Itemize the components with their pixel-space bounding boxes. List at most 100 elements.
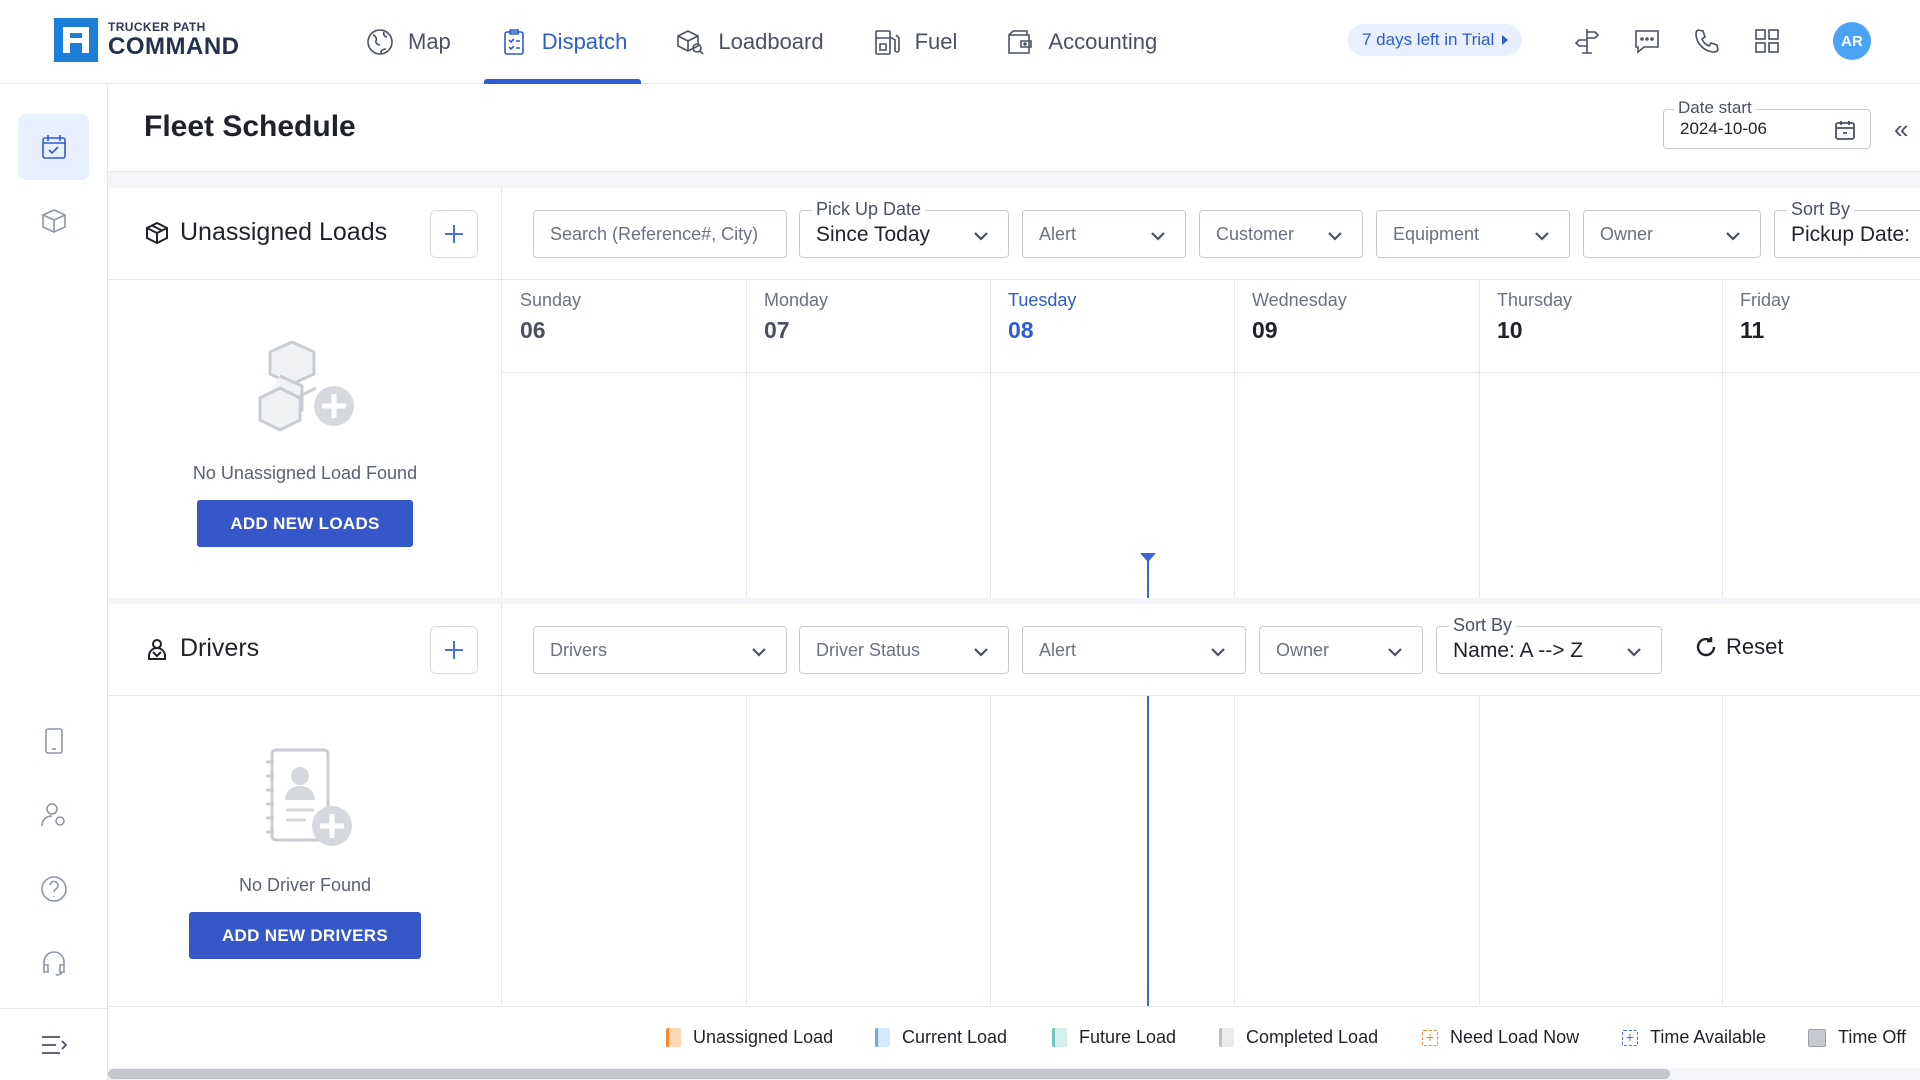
driver-card-add-icon: [266, 748, 352, 846]
chevron-down-icon: [1328, 232, 1342, 241]
day-name: Wednesday: [1252, 290, 1347, 310]
horizontal-scrollbar[interactable]: [108, 1068, 1920, 1080]
caret-right-icon: [1502, 35, 1509, 45]
loads-alert-select[interactable]: Alert: [1022, 210, 1186, 258]
reset-filters-button[interactable]: Reset: [1694, 634, 1783, 660]
drivers-owner-placeholder: Owner: [1276, 640, 1330, 660]
scrollbar-thumb[interactable]: [108, 1069, 1670, 1079]
nav-loadboard[interactable]: Loadboard: [660, 0, 837, 84]
loads-empty-message: No Unassigned Load Found: [192, 463, 418, 483]
sidebar-item-support[interactable]: [18, 930, 89, 996]
loads-search-input[interactable]: Search (Reference#, City): [533, 210, 787, 258]
refresh-icon: [1696, 637, 1716, 657]
sidebar-item-schedule[interactable]: [18, 114, 89, 180]
reset-label: Reset: [1726, 634, 1784, 659]
drivers-alert-select[interactable]: Alert: [1022, 626, 1246, 674]
page-title: Fleet Schedule: [144, 110, 356, 143]
trial-badge[interactable]: 7 days left in Trial: [1348, 24, 1523, 56]
brand-logo[interactable]: TRUCKER PATH COMMAND: [54, 18, 239, 62]
left-sidebar: [0, 84, 108, 1080]
drivers-owner-select[interactable]: Owner: [1259, 626, 1423, 674]
collapse-panel-icon[interactable]: «: [1894, 114, 1908, 145]
current-time-line: [1147, 554, 1149, 598]
signpost-icon[interactable]: [1570, 24, 1604, 58]
drivers-sort-select[interactable]: Sort By Name: A --> Z: [1436, 615, 1662, 674]
legend-current-load: Current Load: [875, 1027, 1007, 1048]
legend-swatch: [1052, 1028, 1067, 1047]
truck-path-logo-icon: [54, 18, 98, 62]
plus-square-icon: +: [1622, 1029, 1638, 1046]
loadboard-icon: [677, 30, 704, 55]
sidebar-item-help[interactable]: [18, 856, 89, 922]
loads-owner-select[interactable]: Owner: [1583, 210, 1761, 258]
messages-icon[interactable]: [1630, 24, 1664, 58]
customer-select[interactable]: Customer: [1199, 210, 1363, 258]
nav-fuel[interactable]: Fuel: [857, 0, 972, 84]
loads-schedule-grid: Sunday 06 Monday 07 Tuesday 08 Wednesday…: [502, 280, 1920, 598]
legend-swatch: [875, 1028, 890, 1047]
legend-time-off: Time Off: [1808, 1027, 1906, 1048]
plus-square-icon: +: [1422, 1029, 1438, 1046]
add-new-loads-button[interactable]: ADD NEW LOADS: [197, 500, 413, 547]
user-avatar[interactable]: AR: [1833, 22, 1871, 60]
sidebar-item-loads[interactable]: [18, 188, 89, 254]
pickup-date-select[interactable]: Pick Up Date Since Today: [799, 199, 1009, 258]
headset-icon: [42, 951, 65, 976]
date-start-label: Date start: [1674, 98, 1756, 118]
nav-dispatch[interactable]: Dispatch: [483, 0, 642, 84]
nav-accounting[interactable]: Accounting: [990, 0, 1171, 84]
top-navigation-bar: TRUCKER PATH COMMAND Map Dispatch Loadbo…: [0, 0, 1920, 84]
day-name: Sunday: [520, 290, 582, 310]
main-nav: Map Dispatch Loadboard Fuel Accounting: [350, 0, 1190, 84]
equipment-select[interactable]: Equipment: [1376, 210, 1570, 258]
chevron-down-icon: [1211, 648, 1225, 657]
day-header-divider: [502, 372, 1920, 373]
legend-label: Time Off: [1838, 1027, 1907, 1047]
apps-grid-icon[interactable]: [1750, 24, 1784, 58]
legend-unassigned-load: Unassigned Load: [666, 1027, 833, 1048]
day-header-friday: Friday 11: [1740, 290, 1790, 344]
legend-need-load-now: + Need Load Now: [1422, 1027, 1579, 1048]
legend-label: Future Load: [1079, 1027, 1177, 1047]
nav-accounting-label: Accounting: [1048, 29, 1158, 54]
date-start-field[interactable]: Date start 2024-10-06: [1663, 98, 1871, 149]
calendar-icon: [1835, 121, 1855, 140]
customer-placeholder: Customer: [1216, 224, 1295, 244]
drivers-schedule-grid: [502, 696, 1920, 1006]
loads-sort-select[interactable]: Sort By Pickup Date:: [1774, 199, 1920, 258]
driver-status-select[interactable]: Driver Status: [799, 626, 1009, 674]
current-time-line: [1147, 696, 1149, 1006]
phone-icon[interactable]: [1690, 24, 1724, 58]
nav-map[interactable]: Map: [350, 0, 465, 84]
schedule-legend: Unassigned Load Current Load Future Load…: [108, 1006, 1920, 1068]
date-start-value: 2024-10-06: [1680, 119, 1767, 138]
drivers-alert-placeholder: Alert: [1039, 640, 1077, 660]
day-divider: [990, 280, 991, 598]
sidebar-item-user-settings[interactable]: [18, 782, 89, 848]
sidebar-item-devices[interactable]: [18, 708, 89, 774]
chevron-down-icon: [974, 648, 988, 657]
drivers-empty-message: No Driver Found: [238, 875, 372, 895]
legend-label: Completed Load: [1246, 1027, 1379, 1047]
day-date: 08: [1008, 317, 1034, 343]
day-divider: [1479, 696, 1480, 1006]
legend-swatch: [1808, 1028, 1826, 1047]
sidebar-expand-toggle[interactable]: [0, 1008, 108, 1080]
user-gear-icon: [40, 803, 65, 827]
chevron-down-icon: [1627, 648, 1641, 657]
day-header-wednesday: Wednesday 09: [1252, 290, 1347, 344]
legend-label: Unassigned Load: [693, 1027, 834, 1047]
drivers-panel: Drivers Drivers Driver Status Alert Owne…: [108, 604, 1920, 1006]
loads-empty-state: No Unassigned Load Found ADD NEW LOADS: [108, 336, 502, 547]
drivers-select[interactable]: Drivers: [533, 626, 787, 674]
add-new-drivers-button[interactable]: ADD NEW DRIVERS: [188, 912, 421, 959]
day-name: Thursday: [1497, 290, 1573, 310]
day-divider: [1722, 696, 1723, 1006]
legend-swatch: [666, 1028, 681, 1047]
nav-fuel-label: Fuel: [914, 29, 958, 54]
equipment-placeholder: Equipment: [1393, 224, 1480, 244]
day-header-thursday: Thursday 10: [1497, 290, 1572, 344]
pickup-date-label: Pick Up Date: [812, 199, 926, 220]
nav-loadboard-label: Loadboard: [718, 29, 824, 54]
day-divider: [746, 696, 747, 1006]
